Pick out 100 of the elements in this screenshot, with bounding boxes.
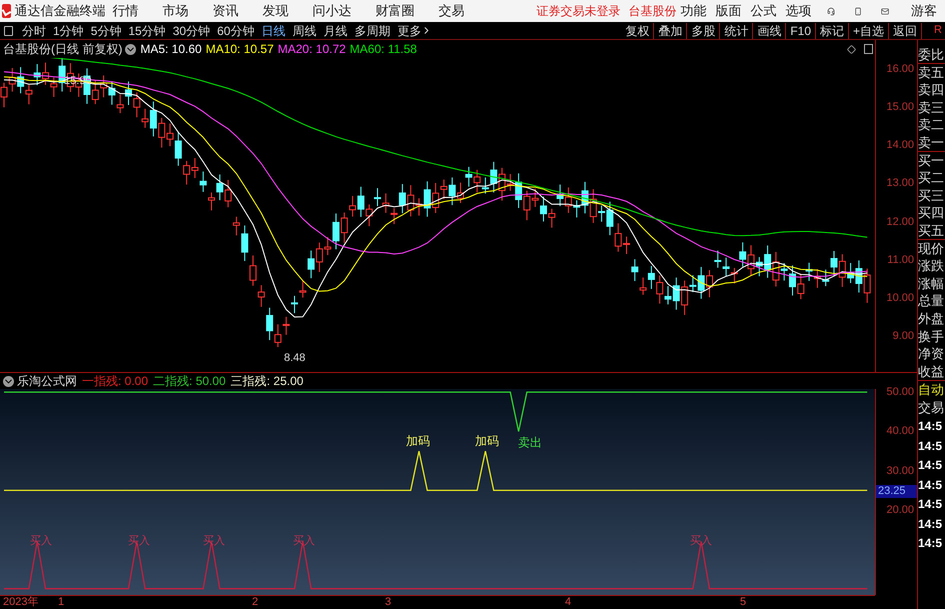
trade-label[interactable]: 交易 (918, 399, 945, 418)
quote-label: 外盘 (918, 310, 945, 328)
period-tab[interactable]: 分时 (19, 22, 49, 40)
menu-item[interactable]: 市场 (156, 1, 196, 21)
quote-label: 涨跌 (918, 257, 945, 275)
toolbar-button[interactable]: 叠加 (654, 22, 688, 38)
sidebar-toggle-icon[interactable] (4, 26, 13, 36)
indicator-tick-label: 40.00 (886, 425, 914, 438)
toolbar-button[interactable]: 统计 (720, 22, 754, 38)
period-tab[interactable]: 1分钟 (50, 22, 87, 40)
ma-value: MA20: 10.72 (278, 41, 346, 58)
signal-label: 卖出 (518, 435, 542, 450)
menu-item[interactable]: 功能 (676, 1, 711, 21)
toolbar-button[interactable]: 返回 (889, 22, 922, 38)
menu-item[interactable]: 资讯 (206, 1, 246, 21)
menu-item[interactable]: 行情 (106, 1, 146, 21)
price-tick-label: 9.00 (892, 329, 914, 344)
date-axis-label: 1 (58, 596, 64, 609)
trade-label[interactable]: 自动 (918, 381, 945, 400)
dropdown-icon[interactable] (125, 44, 136, 54)
ma-value: MA10: 10.57 (206, 41, 274, 58)
quote-label: 买四 (918, 204, 945, 222)
period-tab[interactable]: 30分钟 (170, 22, 214, 40)
quote-label: 卖一 (918, 134, 945, 152)
date-axis-label: 3 (385, 596, 392, 609)
period-tab[interactable]: 更多 (394, 22, 436, 40)
period-tab[interactable]: 日线 (258, 22, 288, 40)
menu-item[interactable]: 财富圈 (368, 1, 422, 21)
signal-label: 买入 (203, 535, 225, 547)
quote-label: 卖五 (918, 64, 945, 82)
menu-item[interactable]: 公式 (746, 1, 781, 21)
period-tab[interactable]: 周线 (289, 22, 320, 40)
chart-title: 台基股份(日线 前复权) (3, 41, 122, 58)
indicator-value: 三指残: 25.00 (230, 373, 304, 390)
ma-value: MA60: 11.58 (350, 41, 417, 58)
quote-label: 买一 (918, 152, 945, 170)
indicator-name: 乐淘公式网 (17, 373, 77, 390)
date-axis-label: 5 (740, 596, 746, 609)
menu-item[interactable]: 发现 (256, 1, 296, 21)
quote-label: 买五 (918, 222, 945, 240)
menu-item[interactable]: 选项 (782, 1, 816, 21)
quote-label: 买三 (918, 186, 945, 204)
toolbar-button[interactable]: 标记 (816, 22, 850, 38)
signal-label: 买入 (690, 535, 712, 547)
toolbar-button[interactable]: 画线 (753, 22, 786, 38)
quote-label: 换手 (918, 328, 945, 346)
quote-label: 委比 (918, 46, 945, 64)
signal-label: 买入 (30, 535, 52, 547)
user-label[interactable]: 游客 (911, 1, 937, 21)
quote-label: 净资 (918, 345, 945, 363)
quote-label: 收益 (918, 362, 945, 380)
price-tick-label: 12.00 (886, 214, 914, 230)
date-axis-label: 2023年 (3, 596, 38, 609)
period-tab[interactable]: 多周期 (351, 22, 394, 40)
menu-item[interactable]: 交易 (432, 1, 472, 21)
stock-name[interactable]: 台基股份 (628, 2, 677, 20)
diamond-icon[interactable] (847, 44, 856, 54)
indicator-value: 一指残: 0.00 (82, 373, 148, 390)
quote-label: 卖三 (918, 98, 945, 116)
high-price-label: 15.90 (64, 74, 92, 89)
signal-label: 加码 (406, 434, 430, 448)
indicator-tick-label: 50.00 (886, 386, 914, 398)
login-notice[interactable]: 证券交易未登录 (536, 2, 621, 20)
trade-time: 14:5 (918, 438, 944, 455)
corner-label: R (934, 23, 942, 38)
dropdown-icon[interactable] (3, 376, 14, 386)
quote-label: 涨幅 (918, 274, 945, 292)
trade-time: 14:5 (918, 496, 944, 514)
low-price-label: 8.48 (284, 351, 306, 366)
trade-time: 14:5 (918, 535, 944, 552)
period-tab[interactable]: 5分钟 (88, 22, 124, 40)
quote-label: 买二 (918, 169, 945, 187)
toolbar-button[interactable]: F10 (786, 22, 816, 38)
price-tick-label: 13.00 (886, 176, 914, 192)
quote-label: 卖四 (918, 81, 945, 99)
ma-value: MA5: 10.60 (140, 41, 202, 58)
menu-item[interactable]: 版面 (712, 1, 746, 21)
signal-label: 买入 (128, 535, 150, 547)
price-tick-label: 11.00 (887, 252, 914, 268)
trade-time: 14:5 (918, 418, 944, 436)
price-tick-label: 16.00 (886, 62, 914, 77)
panel-toggle-icon[interactable] (864, 44, 873, 54)
price-tick-label: 15.00 (886, 100, 914, 116)
date-axis-label: 2 (252, 596, 258, 609)
app-title: 通达信金融终端 (14, 2, 106, 20)
period-tab[interactable]: 月线 (320, 22, 350, 40)
period-tab[interactable]: 15分钟 (125, 22, 169, 40)
price-tick-label: 14.00 (886, 138, 914, 154)
trade-time: 14:5 (918, 516, 944, 533)
quote-label: 总量 (918, 292, 945, 310)
trade-time: 14:5 (918, 476, 944, 494)
toolbar-button[interactable]: 复权 (621, 22, 654, 38)
indicator-tick-label: 20.00 (886, 504, 914, 516)
indicator-value: 二指残: 50.00 (153, 373, 226, 390)
toolbar-button[interactable]: +自选 (849, 22, 890, 38)
current-value-label: 23.25 (876, 485, 917, 498)
trade-time: 14:5 (918, 457, 944, 474)
period-tab[interactable]: 60分钟 (214, 22, 258, 40)
menu-item[interactable]: 问小达 (306, 1, 359, 21)
toolbar-button[interactable]: 多股 (687, 22, 720, 38)
